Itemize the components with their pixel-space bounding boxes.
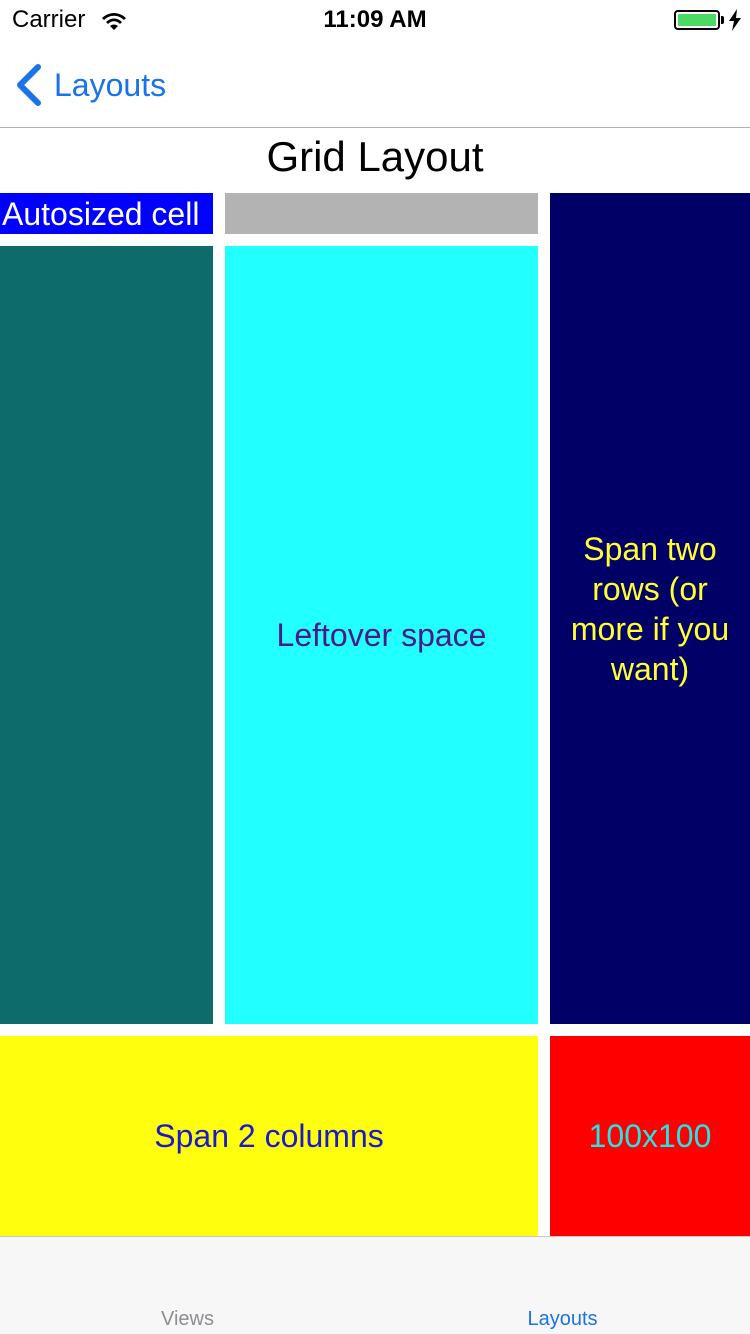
tab-views[interactable]: Views [0, 1237, 375, 1334]
tab-layouts-label: Layouts [527, 1308, 598, 1330]
grid-cell-fixed-size: 100x100 [550, 1036, 750, 1236]
tab-views-label: Views [161, 1308, 214, 1330]
chevron-left-icon [17, 64, 41, 106]
battery-icon [674, 10, 720, 30]
grid-cell-autosized: Autosized cell [0, 193, 213, 234]
tab-bar: Views Layouts [0, 1236, 750, 1334]
grid-cell-leftover-space: Leftover space [225, 246, 538, 1024]
status-bar: Carrier 11:09 AM [0, 0, 750, 40]
back-button-label: Layouts [54, 67, 167, 103]
tab-layouts[interactable]: Layouts [375, 1237, 750, 1334]
battery-nub [721, 16, 724, 24]
grid-cell-span-two-rows: Span two rows (or more if you want) [550, 193, 750, 1024]
page-title: Grid Layout [266, 133, 484, 180]
grid-cell-teal [0, 246, 213, 1024]
grid-cell-gray [225, 193, 538, 234]
navigation-bar: Layouts [0, 40, 750, 128]
battery-level-fill [678, 14, 716, 26]
screen: Carrier 11:09 AM Layouts Grid Layout Aut… [0, 0, 750, 1334]
back-button[interactable]: Layouts [14, 60, 166, 110]
charging-bolt-icon [729, 9, 741, 31]
status-time: 11:09 AM [323, 6, 427, 33]
grid-cell-span-two-columns: Span 2 columns [0, 1036, 538, 1236]
